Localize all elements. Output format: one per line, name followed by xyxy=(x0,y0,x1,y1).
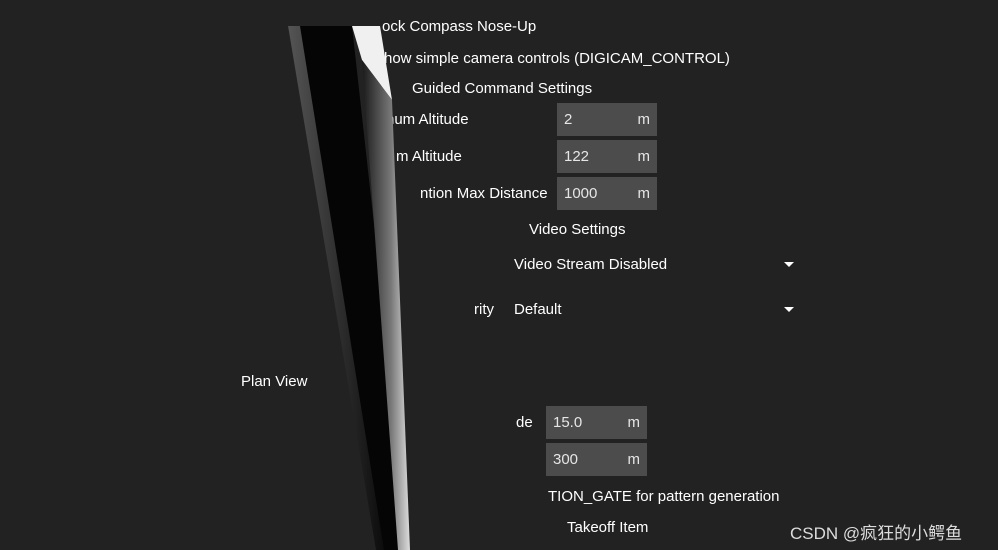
black-wedge-overlay xyxy=(288,0,410,550)
watermark: CSDN @疯狂的小鳄鱼 xyxy=(790,524,963,543)
